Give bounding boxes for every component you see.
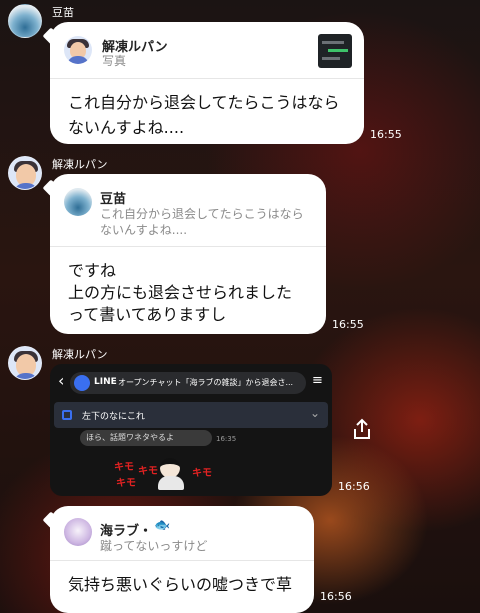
- quote-divider: [50, 560, 314, 561]
- message-text-line: って書いてありますし: [68, 305, 227, 324]
- quote-divider: [50, 246, 326, 247]
- quote-preview: ないんすよね....: [100, 223, 188, 237]
- inner-time: 16:35: [216, 435, 237, 443]
- message-time: 16:55: [332, 318, 364, 331]
- sender-name: 豆苗: [52, 6, 74, 19]
- message-time: 16:56: [320, 590, 352, 603]
- quote-divider: [50, 78, 364, 79]
- chevron-down-icon: ⌄: [310, 406, 321, 420]
- message-bubble[interactable]: 解凍ルパン 写真 これ自分から退会してたらこうはなら ないんすよね....: [50, 22, 364, 144]
- menu-icon: ≡: [312, 373, 323, 388]
- message-text-line: 気持ち悪いぐらいの嘘つきで草: [68, 575, 293, 594]
- announcement-text: 左下のなにこれ: [82, 412, 145, 422]
- sender-name: 解凍ルパン: [52, 158, 108, 171]
- header-pill: LINE オープンチャット「海ラブの雑談」から退会さ...: [70, 372, 306, 394]
- message-bubble[interactable]: 豆苗 これ自分から退会してたらこうはなら ないんすよね.... ですね 上の方に…: [50, 174, 326, 334]
- back-icon: ‹: [58, 371, 65, 390]
- screenshot-header: ‹ LINE オープンチャット「海ラブの雑談」から退会さ... ≡: [50, 370, 332, 394]
- quote-avatar: [64, 36, 92, 64]
- quote-avatar: [64, 518, 92, 546]
- message-text-line: ないんすよね....: [68, 118, 185, 137]
- screenshot-image[interactable]: ‹ LINE オープンチャット「海ラブの雑談」から退会さ... ≡ 左下のなにこ…: [50, 364, 332, 496]
- share-icon[interactable]: [352, 418, 372, 440]
- message-time: 16:55: [370, 128, 402, 141]
- fish-icon: 🐟: [154, 518, 171, 533]
- quote-sender-name: 豆苗: [100, 192, 127, 207]
- announcement-bar: 左下のなにこれ ⌄: [54, 402, 328, 428]
- message-text-line: これ自分から退会してたらこうはなら: [68, 93, 340, 112]
- avatar[interactable]: [8, 156, 42, 190]
- inner-bubble: ほら、話題ワネタやるよ: [80, 430, 212, 446]
- app-name: LINE: [94, 377, 117, 387]
- megaphone-icon: [62, 410, 72, 420]
- photo-thumbnail[interactable]: [318, 34, 352, 68]
- message-time: 16:56: [338, 480, 370, 493]
- sticker-text: キモ: [192, 468, 212, 479]
- line-logo-icon: [74, 375, 90, 391]
- avatar[interactable]: [8, 346, 42, 380]
- inner-message: ほら、話題ワネタやるよ: [86, 433, 174, 442]
- quote-preview: 写真: [102, 54, 127, 68]
- quote-preview: これ自分から退会してたらこうはなら: [100, 207, 304, 221]
- avatar[interactable]: [8, 4, 42, 38]
- sticker-text: キモ: [116, 478, 136, 489]
- header-text: オープンチャット「海ラブの雑談」から退会さ...: [118, 378, 294, 387]
- quote-avatar: [64, 188, 92, 216]
- sticker-character-icon: [156, 458, 186, 492]
- quote-preview: 蹴ってないっすけど: [100, 539, 208, 553]
- quote-sender-name: 海ラブ・: [100, 524, 153, 539]
- sticker-text: キモ: [138, 466, 158, 477]
- sticker-text: キモ: [114, 462, 134, 473]
- message-bubble[interactable]: 海ラブ・ 🐟 蹴ってないっすけど 気持ち悪いぐらいの嘘つきで草: [50, 506, 314, 613]
- sender-name: 解凍ルパン: [52, 348, 108, 361]
